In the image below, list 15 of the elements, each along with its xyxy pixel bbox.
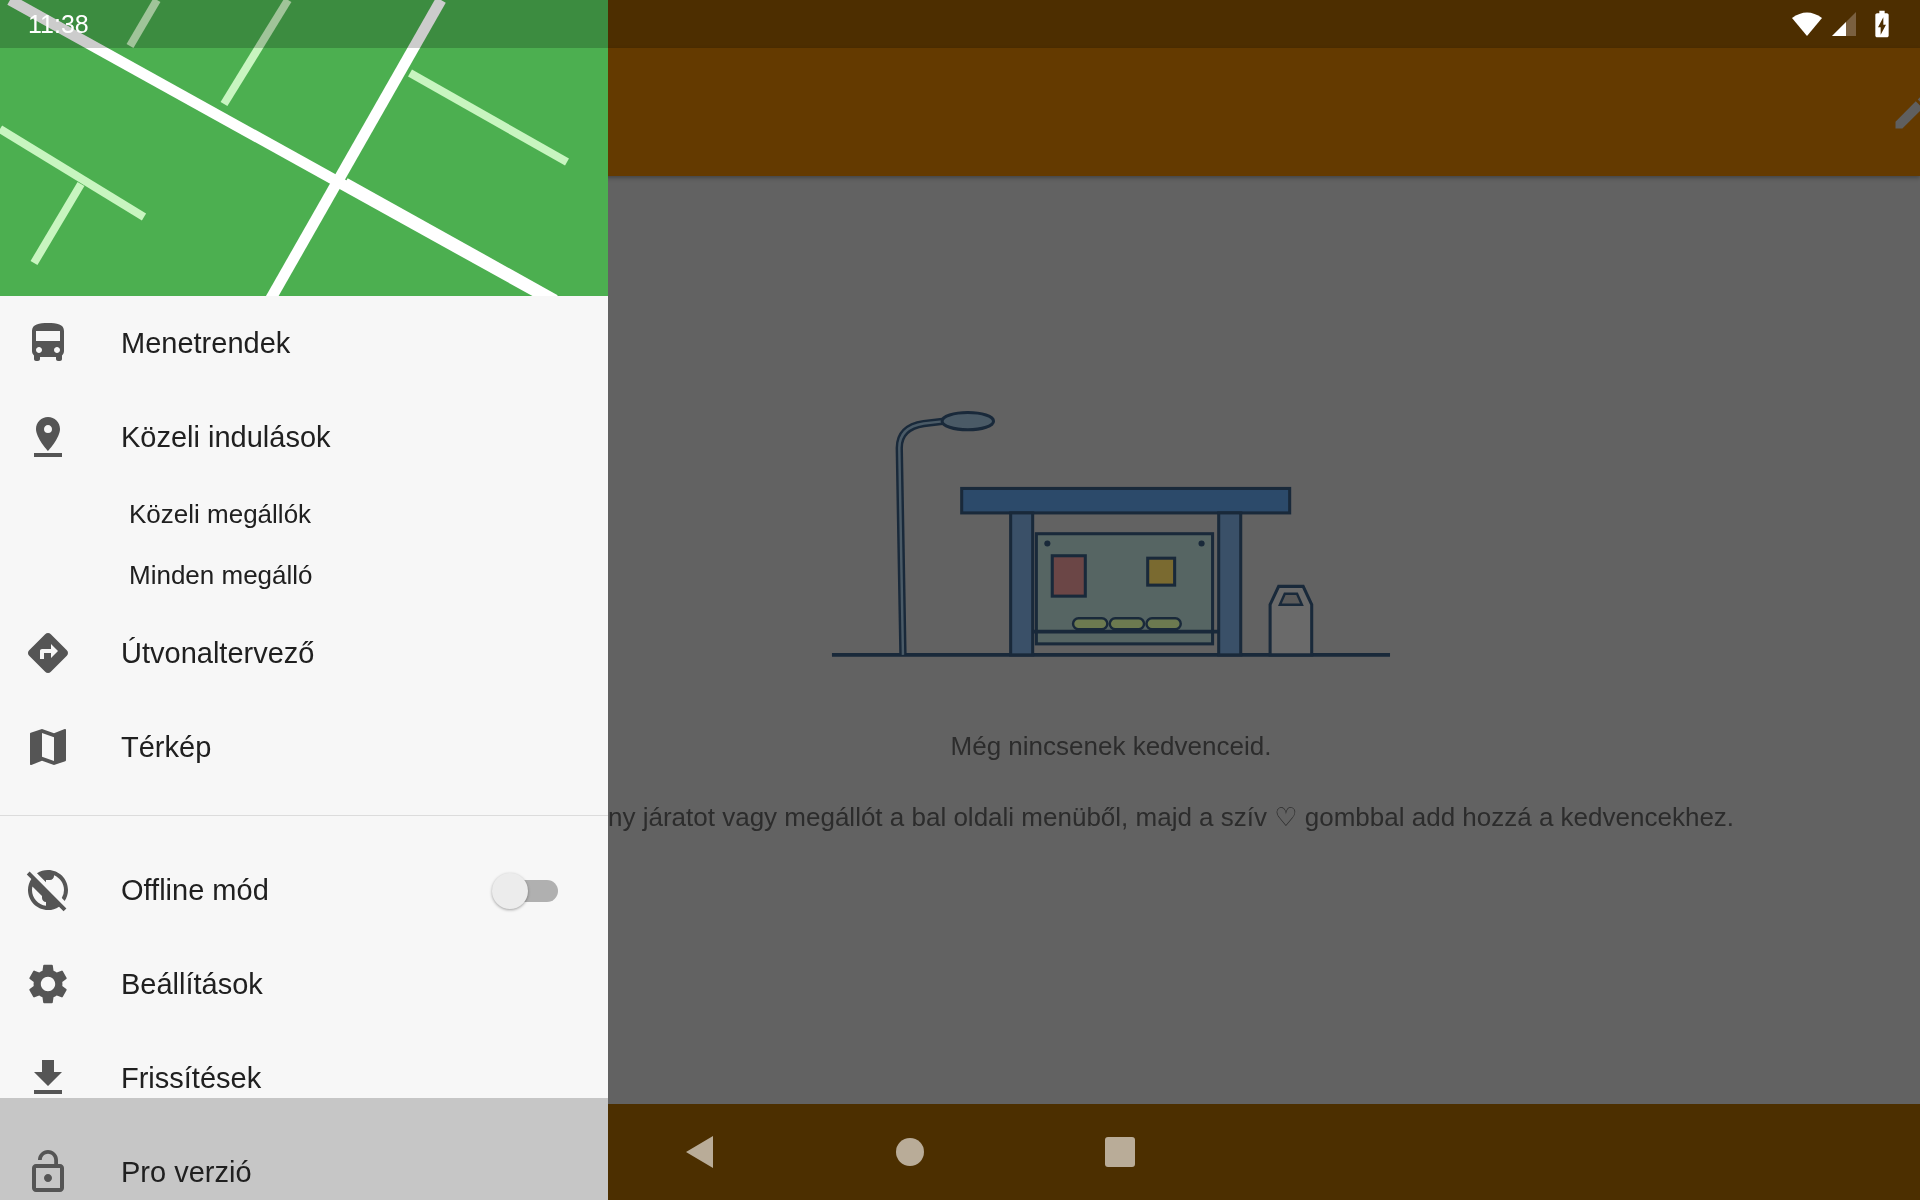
home-button[interactable] xyxy=(895,1137,925,1167)
menu-item[interactable]: Pro verzió xyxy=(0,1098,608,1200)
menu-item[interactable]: Közeli indulások xyxy=(0,390,608,484)
menu-item[interactable]: Beállítások xyxy=(0,937,608,1031)
wifi-icon xyxy=(1792,12,1822,36)
menu-item[interactable]: Útvonaltervező xyxy=(0,606,608,700)
menu-item[interactable]: Térkép xyxy=(0,700,608,794)
menu-item[interactable]: Offline mód xyxy=(0,843,608,937)
signal-icon xyxy=(1832,12,1856,36)
submenu-item[interactable]: Minden megálló xyxy=(0,545,608,606)
recents-button[interactable] xyxy=(1105,1137,1135,1167)
offline-switch[interactable] xyxy=(492,870,560,910)
submenu-item[interactable]: Közeli megállók xyxy=(0,484,608,545)
menu-item[interactable]: Menetrendek xyxy=(0,296,608,390)
back-button[interactable] xyxy=(685,1135,715,1169)
